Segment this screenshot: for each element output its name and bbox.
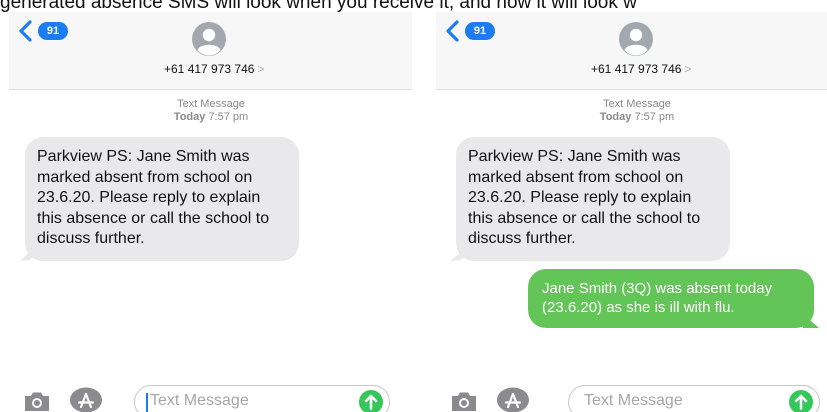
avatar-icon[interactable] bbox=[619, 22, 653, 56]
camera-icon[interactable] bbox=[450, 390, 478, 412]
message-input[interactable]: Text Message bbox=[134, 385, 390, 412]
contact-name[interactable]: +61 417 973 746 > bbox=[591, 62, 691, 76]
message-input-placeholder: Text Message bbox=[584, 392, 683, 409]
received-message-bubble[interactable]: Parkview PS: Jane Smith was marked absen… bbox=[20, 137, 299, 261]
message-day: Today bbox=[173, 111, 206, 123]
message-input-placeholder: Text Message bbox=[150, 392, 249, 409]
chevron-left-icon bbox=[446, 20, 459, 42]
message-input[interactable]: Text Message bbox=[568, 385, 820, 412]
contact-details-arrow: > bbox=[684, 62, 692, 76]
message-day: Today bbox=[599, 111, 632, 123]
camera-icon[interactable] bbox=[23, 390, 51, 412]
app-store-icon[interactable] bbox=[496, 387, 530, 412]
bubble-tail bbox=[803, 314, 819, 328]
unread-badge: 91 bbox=[38, 22, 68, 40]
back-button[interactable]: 91 bbox=[17, 20, 68, 42]
unread-badge: 91 bbox=[465, 22, 495, 40]
contact-number: +61 417 973 746 bbox=[591, 62, 682, 76]
message-type-label: Text Message bbox=[177, 98, 245, 110]
contact-details-arrow: > bbox=[257, 62, 265, 76]
received-message-text: Parkview PS: Jane Smith was marked absen… bbox=[468, 148, 701, 247]
compose-toolbar: Text Message bbox=[436, 368, 827, 412]
message-time: 7:57 pm bbox=[634, 111, 675, 123]
message-timestamp: Text Message Today 7:57 pm bbox=[151, 98, 271, 124]
message-timestamp: Text Message Today 7:57 pm bbox=[577, 98, 697, 124]
conversation-header: 91 +61 417 973 746 > bbox=[9, 12, 412, 90]
text-cursor bbox=[146, 393, 148, 412]
received-message-text: Parkview PS: Jane Smith was marked absen… bbox=[37, 148, 270, 247]
bubble-tail bbox=[20, 246, 36, 261]
sent-message-text: Jane Smith (3Q) was absent today (23.6.2… bbox=[542, 280, 773, 316]
app-store-icon[interactable] bbox=[69, 387, 103, 412]
phone-screen-right: 91 +61 417 973 746 > Text Message Today 7… bbox=[436, 12, 827, 412]
phone-screen-left: 91 +61 417 973 746 > Text Message Today 7… bbox=[9, 12, 412, 412]
send-arrow-icon[interactable] bbox=[789, 390, 813, 412]
message-type-label: Text Message bbox=[603, 98, 671, 110]
back-button[interactable]: 91 bbox=[444, 20, 495, 42]
compose-toolbar: Text Message bbox=[9, 368, 412, 412]
message-time: 7:57 pm bbox=[208, 111, 249, 123]
avatar-icon[interactable] bbox=[192, 22, 226, 56]
contact-number: +61 417 973 746 bbox=[164, 62, 255, 76]
contact-name[interactable]: +61 417 973 746 > bbox=[164, 62, 264, 76]
send-arrow-icon[interactable] bbox=[359, 390, 383, 412]
conversation-header: 91 +61 417 973 746 > bbox=[436, 12, 827, 90]
chevron-left-icon bbox=[19, 20, 32, 42]
received-message-bubble[interactable]: Parkview PS: Jane Smith was marked absen… bbox=[451, 137, 730, 261]
bubble-tail bbox=[451, 246, 467, 261]
sent-message-bubble[interactable]: Jane Smith (3Q) was absent today (23.6.2… bbox=[528, 269, 819, 328]
